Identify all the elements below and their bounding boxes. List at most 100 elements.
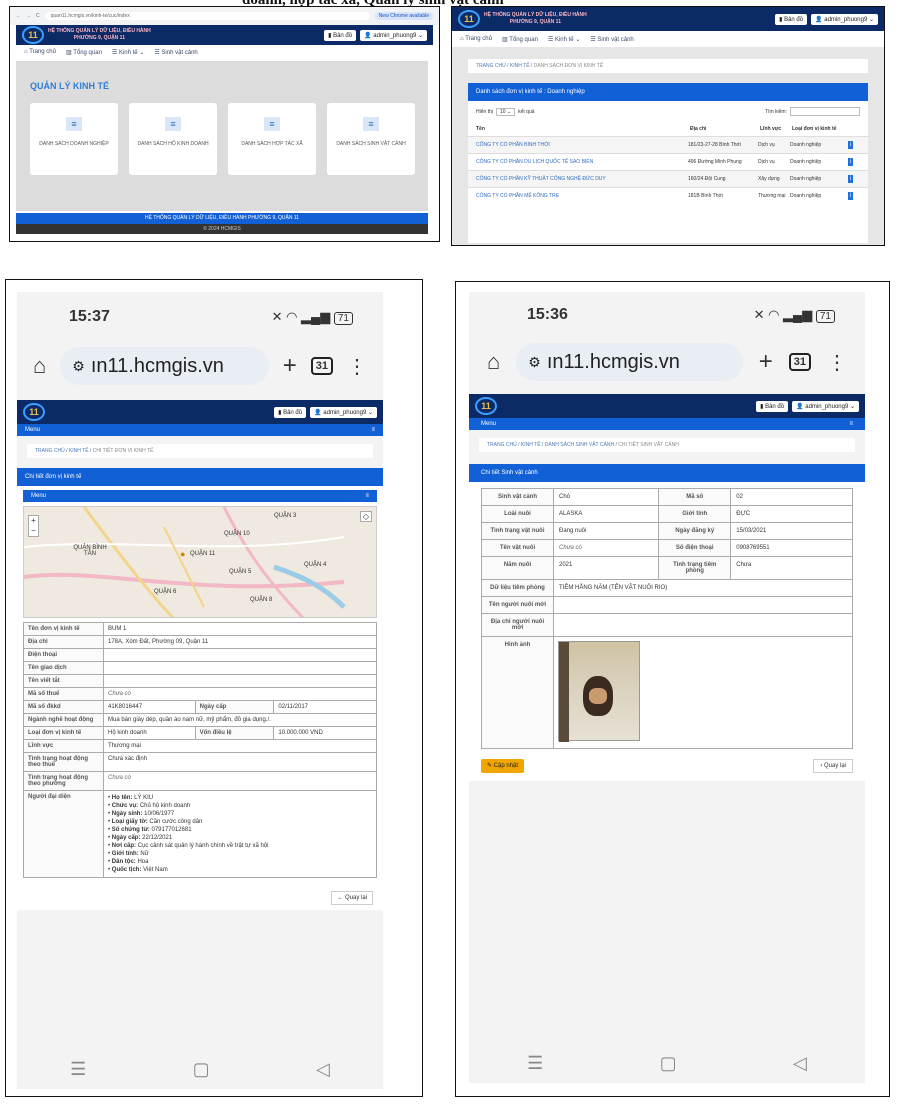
recents-icon[interactable]: ☰: [70, 1059, 86, 1080]
tabs-count[interactable]: 31: [788, 353, 811, 371]
col-ten[interactable]: Tên: [468, 122, 688, 137]
crumb-home[interactable]: TRANG CHỦ: [35, 448, 65, 454]
crumb-home[interactable]: TRANG CHỦ: [476, 63, 506, 69]
search-input[interactable]: [790, 107, 860, 116]
map-button[interactable]: ▮ Bản đồ: [756, 400, 789, 412]
status-icons: ✕ ◠ ▂▄▆ 71: [272, 309, 353, 325]
menu-bar-2[interactable]: Menu ≡: [23, 490, 377, 502]
map-view[interactable]: QUẬN 3 QUẬN 10 QUẬN BÌNH TÂN ● QUẬN 11 Q…: [23, 506, 377, 618]
back-nav-icon[interactable]: ◁: [793, 1053, 807, 1074]
hamburger-icon[interactable]: ≡: [371, 427, 375, 433]
detail-row: Tên giao dịch: [23, 661, 377, 675]
row-name-link[interactable]: CÔNG TY CỔ PHẦN BÌNH THỚI: [468, 137, 688, 154]
reload-icon[interactable]: C: [36, 13, 40, 19]
more-menu-icon[interactable]: ⋮: [827, 350, 847, 375]
hamburger-icon[interactable]: ≡: [849, 421, 853, 427]
chrome-badge[interactable]: New Chrome available: [374, 12, 433, 20]
detail-row: Ngành nghề hoạt động Mua bán giày dép, qu…: [23, 713, 377, 727]
menu-bar[interactable]: Menu ≡: [17, 424, 383, 436]
info-icon[interactable]: i: [848, 175, 854, 183]
home-icon[interactable]: ⌂: [33, 353, 46, 379]
hamburger-icon[interactable]: ≡: [365, 493, 369, 499]
card-doanh-nghiep[interactable]: ≡ DANH SÁCH DOANH NGHIỆP: [30, 103, 118, 175]
nav-kinh-te[interactable]: ☰ Kinh tế ⌄: [548, 36, 580, 43]
map-label: QUẬN 6: [154, 589, 177, 595]
row-name-link[interactable]: CÔNG TY CỔ PHẦN DU LỊCH QUỐC TẾ SAO BIỂN: [468, 154, 688, 171]
crumb-home[interactable]: TRANG CHỦ: [487, 442, 517, 448]
card-hop-tac-xa[interactable]: ≡ DANH SÁCH HỢP TÁC XÃ: [228, 103, 316, 175]
col-loai[interactable]: Loại đơn vị kinh tế: [790, 122, 848, 137]
pet-photo[interactable]: [558, 641, 640, 742]
page-size-select[interactable]: 10 ⌄: [495, 107, 516, 116]
map-button[interactable]: ▮ Bản đồ: [775, 13, 808, 25]
crumb-kinh-te[interactable]: KINH TẾ: [69, 448, 89, 454]
more-menu-icon[interactable]: ⋮: [347, 354, 367, 379]
list-icon: ≡: [165, 117, 181, 131]
table-header: Tên Địa chỉ Lĩnh vực Loại đơn vị kinh tế: [468, 122, 868, 137]
table-row: CÔNG TY CỔ PHẦN DU LỊCH QUỐC TẾ SAO BIỂN…: [468, 153, 868, 171]
back-icon[interactable]: ←: [16, 13, 21, 19]
detail-row: Năm nuôi 2021 Tình trạng tiêm phòng Chưa: [481, 556, 853, 580]
recents-icon[interactable]: ☰: [527, 1053, 543, 1074]
info-icon[interactable]: i: [848, 158, 854, 166]
detail-card: Chi tiết Sinh vật cảnh Sinh vật cảnh Chó M…: [469, 464, 865, 781]
col-linh-vuc[interactable]: Lĩnh vực: [758, 122, 790, 137]
crumb-kinh-te[interactable]: KINH TẾ: [510, 63, 530, 69]
url-bar[interactable]: ⚙ ın11.hcmgis.vn: [516, 343, 743, 381]
nav-tong-quan[interactable]: ▥ Tổng quan: [66, 49, 102, 56]
browser-bar: ← → C quan11.hcmgis.vn/kinh-te/cuc/index…: [10, 7, 439, 25]
tabs-count[interactable]: 31: [310, 357, 333, 375]
pet-detail-table: Sinh vật cảnh Chó Mã số 02 Loài nuôi ALASKA G…: [481, 488, 853, 749]
col-dia-chi[interactable]: Địa chỉ: [688, 122, 758, 137]
update-button[interactable]: ✎ Cập nhật: [481, 759, 525, 773]
layers-icon[interactable]: ◇: [359, 511, 372, 522]
crumb-kinh-te[interactable]: KINH TẾ: [521, 442, 541, 448]
info-icon[interactable]: i: [848, 141, 854, 149]
info-icon[interactable]: i: [848, 192, 854, 200]
nav-sinh-vat-canh[interactable]: ☰ Sinh vật cảnh: [154, 49, 197, 56]
logo-icon: 11: [475, 397, 497, 415]
user-button[interactable]: 👤 admin_phuong9 ⌄: [360, 29, 427, 41]
map-label: QUẬN 4: [304, 562, 327, 568]
app-header: 11 ▮ Bản đồ 👤 admin_phuong9 ⌄: [469, 394, 865, 418]
zoom-out-button[interactable]: −: [29, 526, 38, 536]
card-sinh-vat-canh[interactable]: ≡ DANH SÁCH SINH VẬT CẢNH: [327, 103, 415, 175]
map-button[interactable]: ▮ Bản đồ: [324, 29, 357, 41]
new-tab-icon[interactable]: +: [283, 352, 297, 380]
list-icon: ≡: [264, 117, 280, 131]
user-button[interactable]: 👤 admin_phuong9 ⌄: [792, 400, 859, 412]
back-nav-icon[interactable]: ◁: [316, 1059, 330, 1080]
zoom-controls: + −: [28, 515, 39, 537]
android-nav: ☰ ▢ ◁: [17, 1049, 383, 1089]
home-icon[interactable]: ⌂: [487, 349, 500, 375]
menu-bar[interactable]: Menu ≡: [469, 418, 865, 430]
map-label: QUẬN 10: [224, 531, 250, 537]
crumb-danh-sach[interactable]: DANH SÁCH SINH VẬT CẢNH: [545, 442, 614, 448]
home-nav-icon[interactable]: ▢: [193, 1059, 210, 1080]
user-button[interactable]: 👤 admin_phuong9 ⌄: [310, 406, 377, 418]
nav-kinh-te[interactable]: ☰ Kinh tế ⌄: [112, 49, 144, 56]
detail-row: Mã số đkkd 41K8016447 Ngày cấp 02/11/2017: [23, 700, 377, 714]
nav-trang-chu[interactable]: ⌂ Trang chủ: [24, 49, 56, 55]
row-name-link[interactable]: CÔNG TY CỔ PHẦN KỸ THUẬT CÔNG NGHỆ ĐỨC D…: [468, 171, 688, 188]
user-button[interactable]: 👤 admin_phuong9 ⌄: [811, 13, 878, 25]
back-button[interactable]: ← Quay lại: [331, 891, 373, 905]
new-tab-icon[interactable]: +: [759, 348, 773, 376]
back-button[interactable]: ‹ Quay lại: [813, 759, 853, 773]
nav-sinh-vat-canh[interactable]: ☰ Sinh vật cảnh: [590, 36, 633, 43]
nav-trang-chu[interactable]: ⌂ Trang chủ: [460, 36, 492, 42]
app-header: 11 ▮ Bản đồ 👤 admin_phuong9 ⌄: [17, 400, 383, 424]
row-name-link[interactable]: CÔNG TY CỔ PHẦN MÊ KÔNG TRE: [468, 188, 688, 205]
nav-tong-quan[interactable]: ▥ Tổng quan: [502, 36, 538, 43]
map-marker-icon[interactable]: ●: [180, 549, 185, 559]
cards-row: ≡ DANH SÁCH DOANH NGHIỆP ≡ DANH SÁCH HỘ …: [30, 103, 428, 175]
detail-row: Loại đơn vị kinh tế Hộ kinh doanh Vốn điều…: [23, 726, 377, 740]
map-button[interactable]: ▮ Bản đồ: [274, 406, 307, 418]
home-nav-icon[interactable]: ▢: [660, 1053, 677, 1074]
card-ho-kinh-doanh[interactable]: ≡ DANH SÁCH HỘ KINH DOANH: [129, 103, 217, 175]
url-bar[interactable]: ⚙ ın11.hcmgis.vn: [60, 347, 269, 385]
url-bar[interactable]: quan11.hcmgis.vn/kinh-te/cuc/index: [44, 12, 370, 20]
forward-icon[interactable]: →: [26, 13, 31, 19]
detail-row: Lĩnh vực Thương mại: [23, 739, 377, 753]
zoom-in-button[interactable]: +: [29, 516, 38, 526]
